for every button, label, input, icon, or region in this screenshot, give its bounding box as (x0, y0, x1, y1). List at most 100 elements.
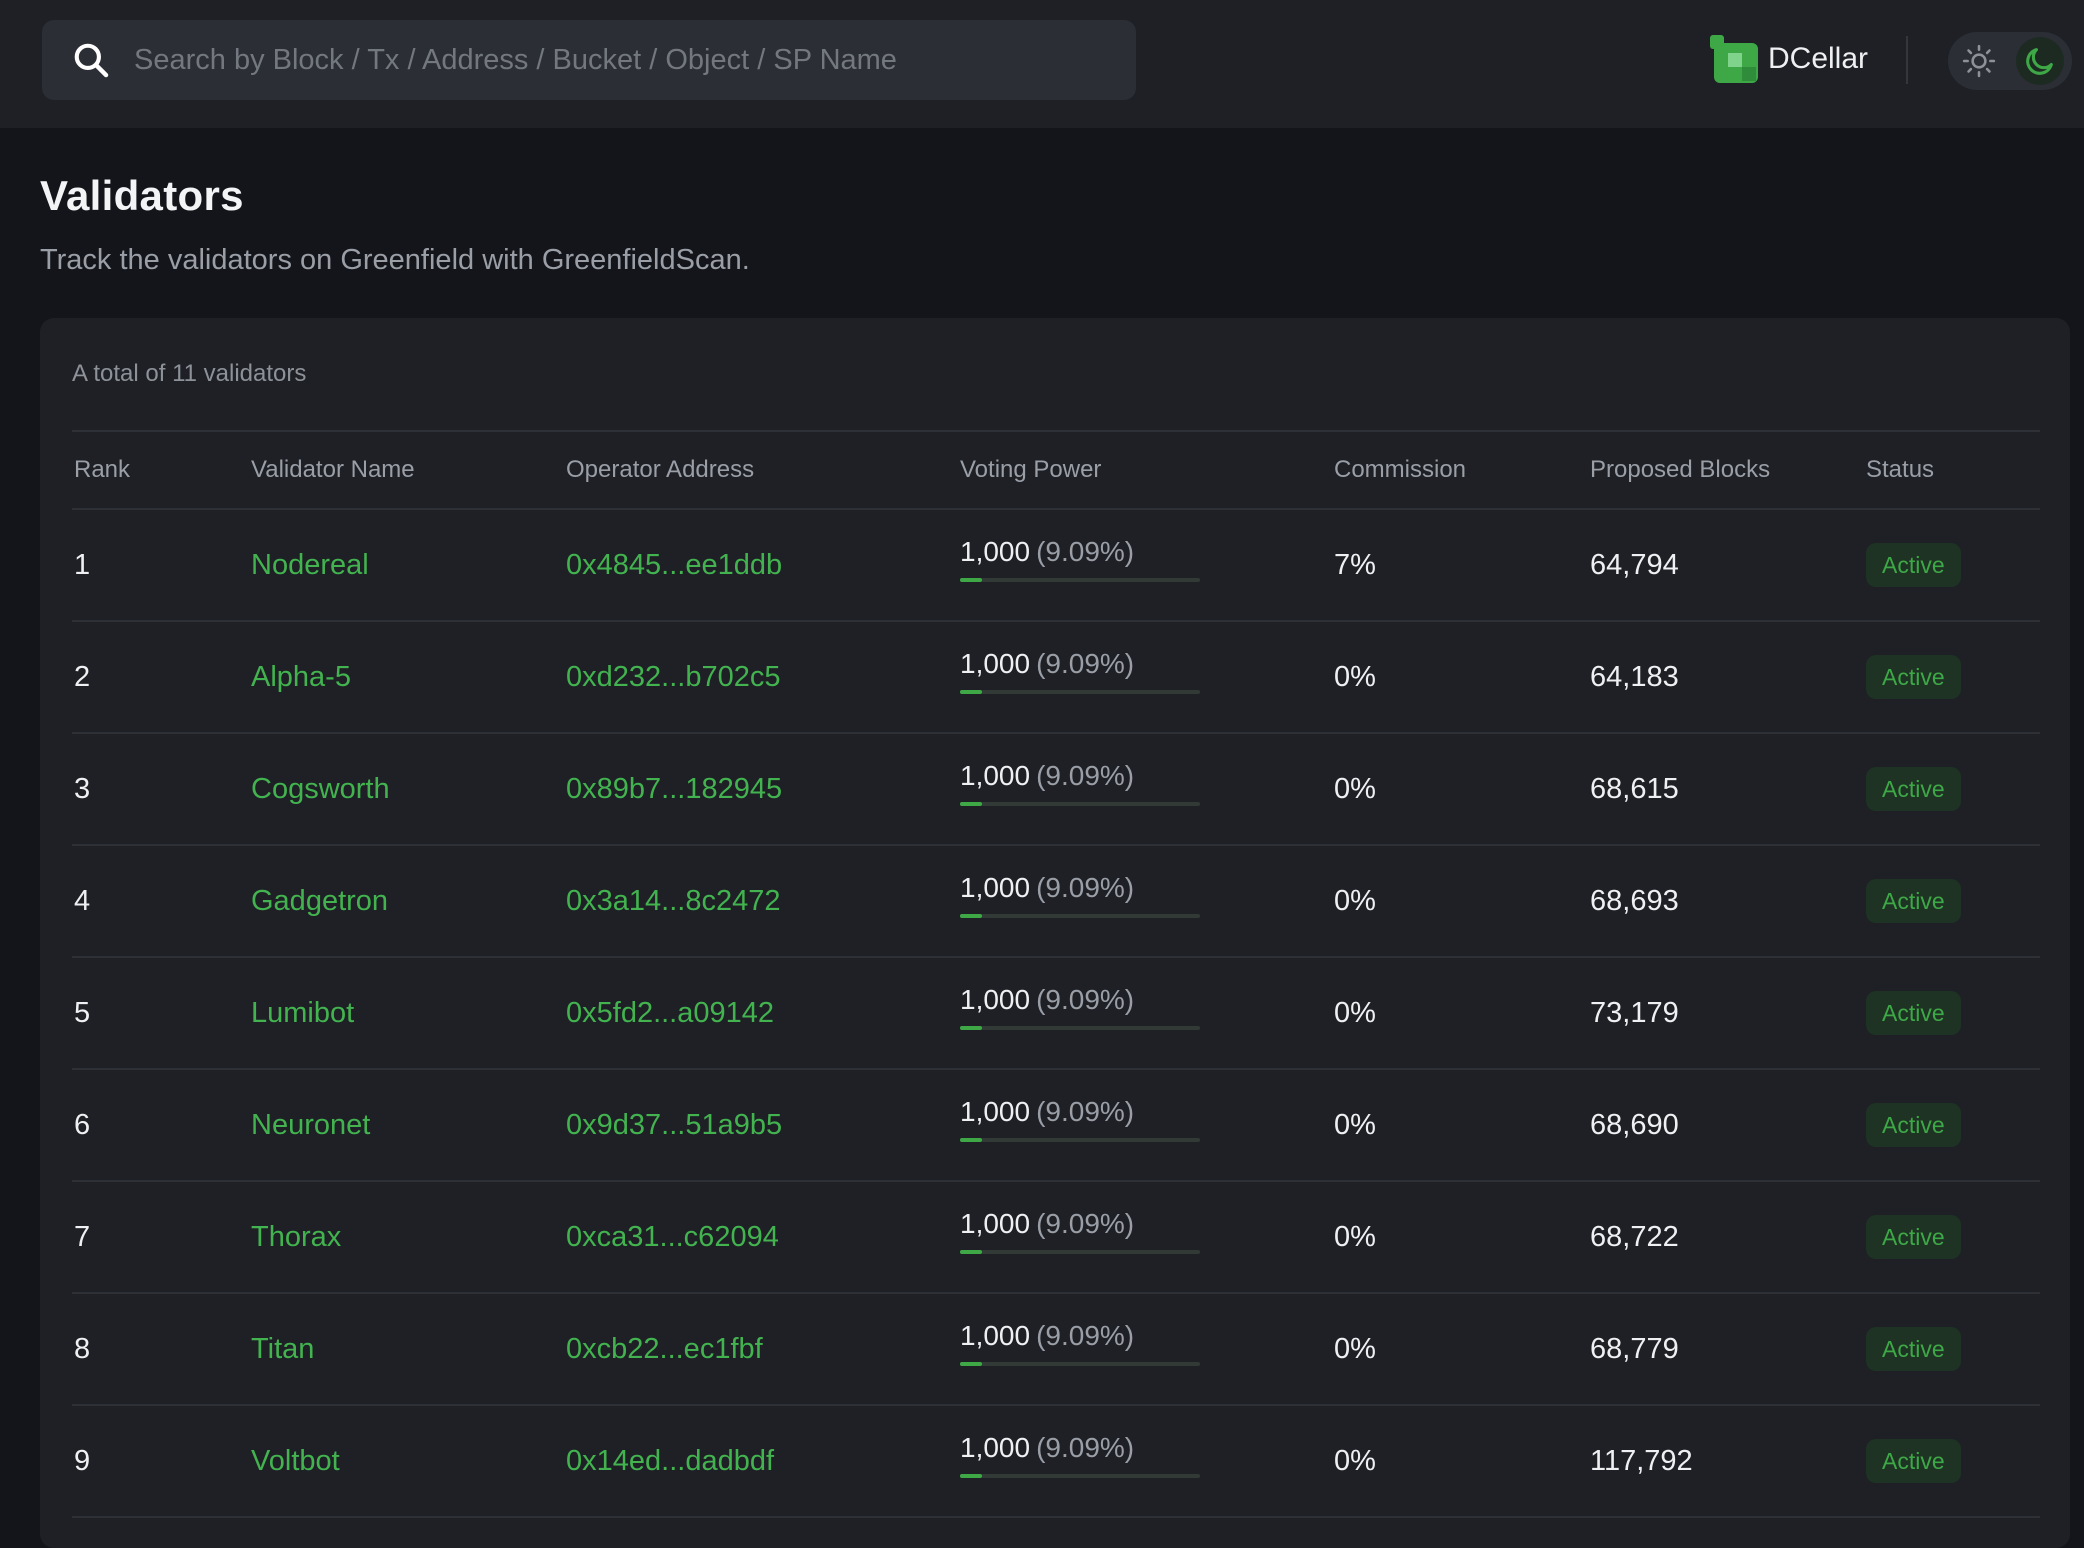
validators-total: A total of 11 validators (72, 360, 307, 387)
rank-cell: 6 (74, 1108, 91, 1141)
table-row: 1 Nodereal 0x4845...ee1ddb 1,000 (9.09%) … (72, 510, 2040, 622)
dcellar-label: DCellar (1768, 42, 1869, 75)
operator-address-link[interactable]: 0x14ed...dadbdf (566, 1406, 774, 1516)
status-badge: Active (1866, 1439, 1961, 1483)
voting-power-percent: (9.09%) (1036, 1320, 1135, 1351)
status-badge: Active (1866, 1103, 1961, 1147)
search-box[interactable] (42, 20, 1136, 100)
voting-power-cell: 1,000 (9.09%) (960, 510, 1200, 620)
operator-address-link[interactable]: 0x4845...ee1ddb (566, 510, 782, 620)
column-header-voting-power: Voting Power (960, 456, 1102, 483)
proposed-blocks-cell: 68,722 (1590, 1220, 1679, 1253)
status-badge: Active (1866, 991, 1961, 1035)
rank-cell: 5 (74, 996, 91, 1029)
operator-address-link[interactable]: 0xcb22...ec1fbf (566, 1294, 763, 1404)
voting-power-bar (960, 802, 1200, 806)
dark-mode-button[interactable] (2016, 37, 2064, 85)
proposed-blocks-cell: 68,615 (1590, 772, 1679, 805)
validator-name-link[interactable]: Neuronet (251, 1070, 370, 1180)
page-title: Validators (40, 172, 244, 219)
validator-name-link[interactable]: Cogsworth (251, 734, 390, 844)
commission-cell: 0% (1334, 660, 1376, 693)
voting-power-bar-fill (960, 1250, 982, 1254)
voting-power-percent: (9.09%) (1036, 1432, 1135, 1463)
voting-power-cell: 1,000 (9.09%) (960, 958, 1200, 1068)
validators-table: Rank Validator Name Operator Address Vot… (72, 430, 2040, 1518)
validator-name-link[interactable]: Gadgetron (251, 846, 388, 956)
search-input[interactable] (134, 20, 1136, 100)
status-cell: Active (1866, 734, 1961, 844)
validator-name-link[interactable]: Nodereal (251, 510, 369, 620)
top-bar: DCellar (0, 0, 2084, 128)
status-badge: Active (1866, 655, 1961, 699)
rank-cell: 4 (74, 884, 91, 917)
column-header-commission: Commission (1334, 456, 1467, 483)
table-row: 2 Alpha-5 0xd232...b702c5 1,000 (9.09%) 0… (72, 622, 2040, 734)
proposed-blocks-cell: 68,690 (1590, 1108, 1679, 1141)
page-subtitle: Track the validators on Greenfield with … (40, 244, 750, 276)
voting-power-percent: (9.09%) (1036, 760, 1135, 791)
validator-name-link[interactable]: Voltbot (251, 1406, 340, 1516)
operator-address-link[interactable]: 0xd232...b702c5 (566, 622, 780, 732)
rank-cell: 3 (74, 772, 91, 805)
voting-power-percent: (9.09%) (1036, 536, 1135, 567)
table-row: 3 Cogsworth 0x89b7...182945 1,000 (9.09%)… (72, 734, 2040, 846)
table-row: 8 Titan 0xcb22...ec1fbf 1,000 (9.09%) 0% … (72, 1294, 2040, 1406)
search-icon (74, 43, 109, 78)
voting-power-value: 1,000 (960, 1320, 1031, 1351)
validator-name-link[interactable]: Lumibot (251, 958, 354, 1068)
validator-name-link[interactable]: Titan (251, 1294, 314, 1404)
voting-power-percent: (9.09%) (1036, 872, 1135, 903)
table-row: 5 Lumibot 0x5fd2...a09142 1,000 (9.09%) 0… (72, 958, 2040, 1070)
proposed-blocks-cell: 73,179 (1590, 996, 1679, 1029)
status-cell: Active (1866, 1070, 1961, 1180)
voting-power-value: 1,000 (960, 1432, 1031, 1463)
voting-power-cell: 1,000 (9.09%) (960, 1406, 1200, 1516)
voting-power-percent: (9.09%) (1036, 648, 1135, 679)
status-cell: Active (1866, 846, 1961, 956)
voting-power-bar (960, 914, 1200, 918)
dcellar-link[interactable]: DCellar (1710, 34, 1868, 84)
operator-address-link[interactable]: 0xca31...c62094 (566, 1182, 779, 1292)
sun-icon[interactable] (1962, 44, 1996, 78)
voting-power-bar-fill (960, 1138, 982, 1142)
commission-cell: 0% (1334, 996, 1376, 1029)
operator-address-link[interactable]: 0x9d37...51a9b5 (566, 1070, 782, 1180)
voting-power-bar (960, 1138, 1200, 1142)
rank-cell: 1 (74, 548, 91, 581)
voting-power-bar (960, 1026, 1200, 1030)
status-badge: Active (1866, 543, 1961, 587)
voting-power-bar-fill (960, 1474, 982, 1478)
dcellar-logo-icon (1710, 35, 1758, 83)
rank-cell: 8 (74, 1332, 91, 1365)
proposed-blocks-cell: 64,183 (1590, 660, 1679, 693)
voting-power-cell: 1,000 (9.09%) (960, 846, 1200, 956)
validator-name-link[interactable]: Alpha-5 (251, 622, 351, 732)
commission-cell: 0% (1334, 884, 1376, 917)
voting-power-bar (960, 1250, 1200, 1254)
moon-icon (2026, 48, 2053, 75)
status-cell: Active (1866, 510, 1961, 620)
column-header-rank: Rank (74, 456, 131, 483)
column-header-validator-name: Validator Name (251, 456, 415, 483)
table-row: 7 Thorax 0xca31...c62094 1,000 (9.09%) 0%… (72, 1182, 2040, 1294)
voting-power-cell: 1,000 (9.09%) (960, 1294, 1200, 1404)
status-badge: Active (1866, 767, 1961, 811)
table-body: 1 Nodereal 0x4845...ee1ddb 1,000 (9.09%) … (72, 510, 2040, 1518)
status-cell: Active (1866, 622, 1961, 732)
operator-address-link[interactable]: 0x3a14...8c2472 (566, 846, 780, 956)
operator-address-link[interactable]: 0x5fd2...a09142 (566, 958, 774, 1068)
rank-cell: 9 (74, 1444, 91, 1477)
commission-cell: 0% (1334, 1220, 1376, 1253)
status-cell: Active (1866, 1182, 1961, 1292)
operator-address-link[interactable]: 0x89b7...182945 (566, 734, 782, 844)
voting-power-cell: 1,000 (9.09%) (960, 1182, 1200, 1292)
voting-power-bar (960, 690, 1200, 694)
table-row: 4 Gadgetron 0x3a14...8c2472 1,000 (9.09%)… (72, 846, 2040, 958)
validator-name-link[interactable]: Thorax (251, 1182, 341, 1292)
status-cell: Active (1866, 1294, 1961, 1404)
rank-cell: 7 (74, 1220, 91, 1253)
theme-toggle[interactable] (1948, 32, 2072, 90)
voting-power-bar-fill (960, 690, 982, 694)
column-header-proposed-blocks: Proposed Blocks (1590, 456, 1771, 483)
